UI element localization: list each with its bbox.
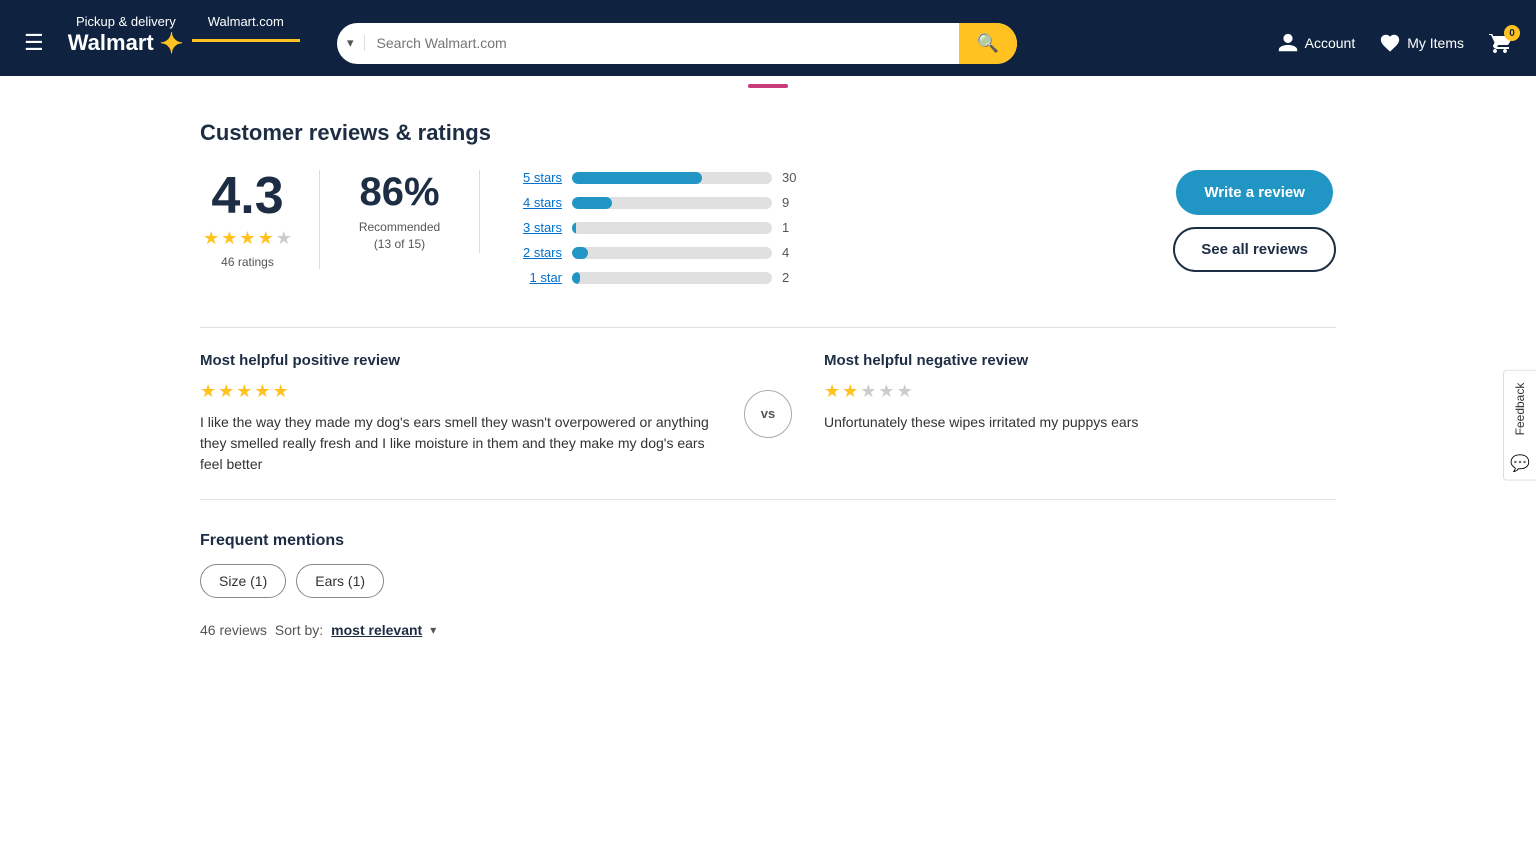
reviews-count: 46 reviews — [200, 622, 267, 638]
mention-tag-size[interactable]: Size (1) — [200, 564, 286, 598]
cart-button[interactable]: 0 — [1488, 31, 1512, 55]
bar-label-5stars[interactable]: 5 stars — [512, 170, 562, 185]
search-bar: ▾ 🔍 — [337, 23, 1017, 64]
bar-count-1star: 2 — [782, 270, 802, 285]
bar-label-4stars[interactable]: 4 stars — [512, 195, 562, 210]
rating-count: 46 ratings — [221, 255, 274, 269]
account-label: Account — [1305, 35, 1356, 51]
main-content: Customer reviews & ratings 4.3 ★ ★ ★ ★ ★… — [168, 96, 1368, 662]
positive-review-text: I like the way they made my dog's ears s… — [200, 412, 712, 475]
rating-bar-chart: 5 stars 30 4 stars 9 3 stars 1 — [480, 170, 1141, 295]
see-all-reviews-button[interactable]: See all reviews — [1173, 227, 1336, 272]
negative-review-stars: ★ ★ ★ ★ ★ — [824, 381, 1336, 402]
recommended-section: 86% Recommended(13 of 15) — [320, 170, 480, 253]
write-review-button[interactable]: Write a review — [1176, 170, 1333, 215]
nav-tabs: Pickup & delivery Walmart.com — [60, 0, 300, 42]
bar-count-5stars: 30 — [782, 170, 802, 185]
bar-label-3stars[interactable]: 3 stars — [512, 220, 562, 235]
nav-tab-pickup[interactable]: Pickup & delivery — [60, 0, 192, 42]
positive-review-title: Most helpful positive review — [200, 352, 712, 369]
bar-row-1star: 1 star 2 — [512, 270, 1109, 285]
sort-by-label: Sort by: — [275, 622, 323, 638]
bar-fill-2stars — [572, 247, 588, 259]
hamburger-menu[interactable]: ☰ — [24, 30, 44, 56]
bar-track-4stars — [572, 197, 772, 209]
mention-tag-ears[interactable]: Ears (1) — [296, 564, 384, 598]
big-score: 4.3 — [211, 170, 283, 222]
bar-fill-4stars — [572, 197, 612, 209]
myitems-label: My Items — [1407, 35, 1464, 51]
sort-by-value[interactable]: most relevant — [331, 622, 422, 638]
bar-track-3stars — [572, 222, 772, 234]
reviews-section-title: Customer reviews & ratings — [200, 120, 1336, 146]
positive-review-stars: ★ ★ ★ ★ ★ — [200, 381, 712, 402]
star-3: ★ — [239, 228, 255, 249]
bar-row-5stars: 5 stars 30 — [512, 170, 1109, 185]
bar-count-4stars: 9 — [782, 195, 802, 210]
feedback-label: Feedback — [1507, 371, 1533, 448]
bar-label-1star[interactable]: 1 star — [512, 270, 562, 285]
negative-review-text: Unfortunately these wipes irritated my p… — [824, 412, 1336, 433]
bar-row-3stars: 3 stars 1 — [512, 220, 1109, 235]
bar-label-2stars[interactable]: 2 stars — [512, 245, 562, 260]
cart-count-badge: 0 — [1504, 25, 1520, 41]
dropdown-arrow-icon: ▾ — [347, 35, 354, 51]
overall-stars: ★ ★ ★ ★ ★ — [203, 228, 292, 249]
header: Pickup & delivery Walmart.com ☰ Walmart … — [0, 0, 1536, 76]
feedback-icon: 💬 — [1504, 447, 1536, 479]
star-2: ★ — [221, 228, 237, 249]
rec-percent: 86% — [359, 170, 439, 215]
vs-circle: vs — [744, 390, 792, 438]
bar-track-5stars — [572, 172, 772, 184]
star-1: ★ — [203, 228, 219, 249]
star-4: ★ — [258, 228, 274, 249]
pink-bar — [748, 84, 788, 88]
pink-divider — [0, 76, 1536, 96]
negative-review-col: Most helpful negative review ★ ★ ★ ★ ★ U… — [792, 352, 1336, 475]
bar-fill-1star — [572, 272, 580, 284]
bar-row-4stars: 4 stars 9 — [512, 195, 1109, 210]
search-category-dropdown[interactable]: ▾ — [337, 35, 365, 51]
mention-tags: Size (1) Ears (1) — [200, 564, 1336, 598]
search-input[interactable] — [365, 25, 959, 61]
ratings-overview: 4.3 ★ ★ ★ ★ ★ 46 ratings 86% Recommended… — [200, 170, 1336, 295]
bar-row-2stars: 2 stars 4 — [512, 245, 1109, 260]
positive-review-col: Most helpful positive review ★ ★ ★ ★ ★ I… — [200, 352, 744, 475]
overall-score: 4.3 ★ ★ ★ ★ ★ 46 ratings — [200, 170, 320, 269]
bar-fill-3stars — [572, 222, 576, 234]
review-actions: Write a review See all reviews — [1141, 170, 1336, 272]
frequent-mentions: Frequent mentions Size (1) Ears (1) — [200, 532, 1336, 598]
negative-review-title: Most helpful negative review — [824, 352, 1336, 369]
bar-track-1star — [572, 272, 772, 284]
helpful-reviews: Most helpful positive review ★ ★ ★ ★ ★ I… — [200, 327, 1336, 500]
bar-count-2stars: 4 — [782, 245, 802, 260]
rec-text: Recommended(13 of 15) — [359, 219, 440, 253]
bar-track-2stars — [572, 247, 772, 259]
header-right: Account My Items 0 — [1277, 31, 1512, 55]
account-button[interactable]: Account — [1277, 32, 1356, 54]
nav-tab-walmart[interactable]: Walmart.com — [192, 0, 300, 42]
myitems-button[interactable]: My Items — [1379, 32, 1464, 54]
bar-count-3stars: 1 — [782, 220, 802, 235]
frequent-mentions-title: Frequent mentions — [200, 532, 1336, 550]
bar-fill-5stars — [572, 172, 702, 184]
search-button[interactable]: 🔍 — [959, 23, 1017, 64]
reviews-meta: 46 reviews Sort by: most relevant ▾ — [200, 622, 1336, 638]
star-5: ★ — [276, 228, 292, 249]
sort-arrow-icon[interactable]: ▾ — [430, 623, 436, 637]
feedback-sidebar[interactable]: Feedback 💬 — [1503, 370, 1536, 481]
